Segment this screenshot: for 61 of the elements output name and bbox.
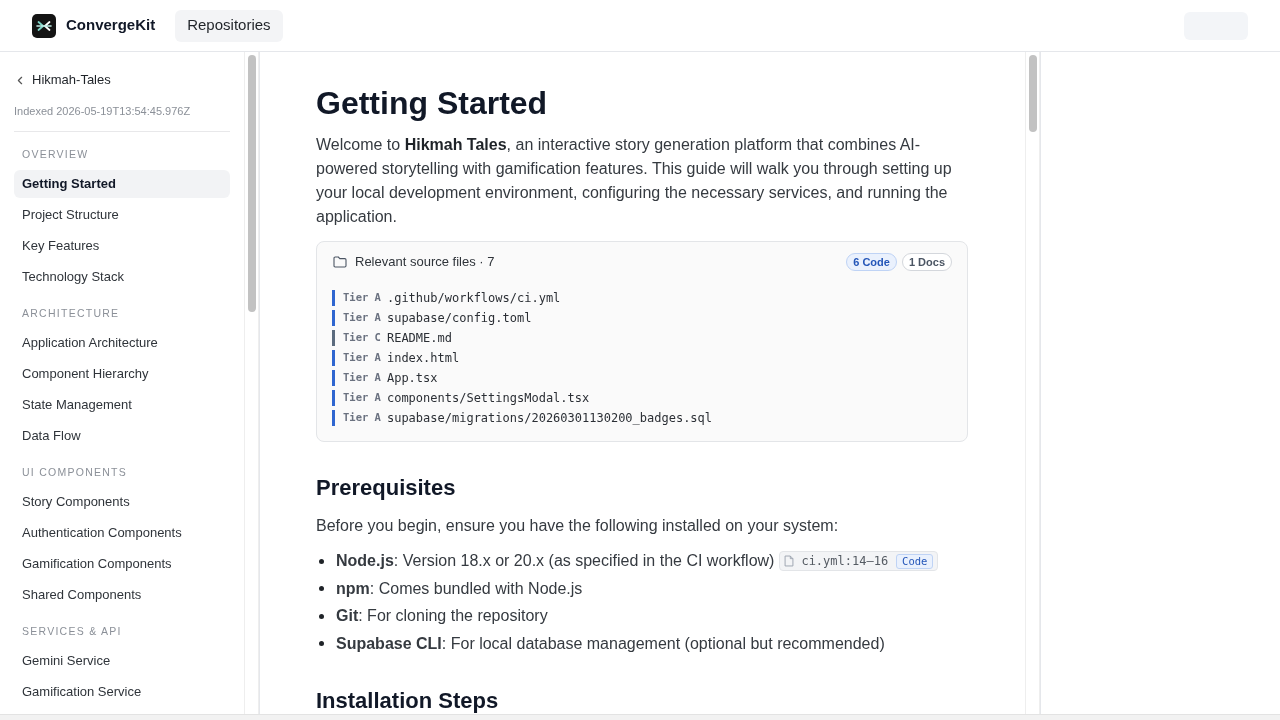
file-path[interactable]: components/SettingsModal.tsx (386, 389, 590, 407)
folder-icon (333, 256, 347, 268)
chevron-left-icon (17, 75, 23, 85)
sidebar-item[interactable]: Project Structure (14, 201, 230, 229)
sidebar-item[interactable]: Gamification Components (14, 550, 230, 578)
bullet-icon (319, 586, 324, 591)
section-heading: SERVICES & API (21, 624, 123, 638)
sidebar-item[interactable]: Story Components (14, 488, 230, 516)
sidebar-item[interactable]: Gemini Service (14, 647, 230, 675)
app-name: ConvergeKit (66, 15, 156, 36)
file-path[interactable]: README.md (386, 329, 452, 347)
count-badge: 6 Code (846, 253, 897, 271)
sidebar-item[interactable]: Getting Started (14, 170, 230, 198)
intro-paragraph: Welcome to Hikmah Tales, an interactive story generation platform that combines AI-powered storytelling with gamification features. This guide will walk you through setting up your local development environment, configuring the necessary services, and running the application. (316, 135, 953, 227)
index-timestamp: Indexed 2026-05-19T13:54:45.976Z (14, 104, 192, 119)
tier-label: Tier A (343, 370, 381, 386)
page-title: Getting Started (316, 84, 549, 123)
file-citation[interactable]: ci.yml:14–16 Code (779, 551, 939, 571)
tier-label: Tier A (343, 310, 381, 326)
sidebar-item[interactable]: Data Flow (14, 422, 230, 450)
file-path[interactable]: index.html (386, 349, 460, 367)
count-badge: 1 Docs (901, 253, 952, 271)
sidebar-item[interactable]: Authentication Components (14, 519, 230, 547)
scrollbar-thumb[interactable] (1028, 55, 1037, 132)
section-heading: Prerequisites (316, 474, 457, 502)
list-item-text: Node.js: Version 18.x or 20.x (as specified in the CI workflow) (336, 551, 775, 571)
file-icon (784, 555, 795, 567)
section-heading: OVERVIEW (21, 147, 90, 161)
panel-title: Relevant source files · 7 (355, 253, 495, 272)
nav-button[interactable]: Repositories (175, 9, 283, 42)
tier-label: Tier A (343, 350, 381, 366)
sidebar-item[interactable]: Application Architecture (14, 329, 230, 357)
sidebar-item[interactable]: Shared Components (14, 581, 230, 609)
type-badge: Code (896, 553, 934, 569)
sidebar-item[interactable]: Component Hierarchy (14, 360, 230, 388)
sidebar-item[interactable]: Gamification Service (14, 678, 230, 706)
bullet-icon (319, 558, 324, 564)
file-path[interactable]: supabase/config.toml (386, 309, 532, 327)
section-heading: ARCHITECTURE (21, 306, 121, 320)
back-link[interactable]: Hikmah-Tales (14, 70, 230, 90)
list-item-text: Git: For cloning the repository (336, 606, 548, 626)
file-path[interactable]: .github/workflows/ci.yml (386, 289, 561, 307)
bullet-icon (319, 613, 324, 619)
scrollbar-thumb[interactable] (247, 55, 256, 312)
section-heading: Installation Steps (316, 686, 500, 714)
sidebar-item[interactable]: Key Features (14, 232, 230, 260)
app-logo-icon (32, 13, 56, 38)
tier-label: Tier A (343, 290, 381, 306)
section-heading: UI COMPONENTS (21, 465, 129, 479)
tier-label: Tier A (343, 410, 381, 426)
sidebar-item[interactable]: State Management (14, 391, 230, 419)
file-path[interactable]: App.tsx (386, 369, 438, 387)
bullet-icon (319, 641, 324, 646)
list-item-text: npm: Comes bundled with Node.js (336, 578, 583, 599)
list-item-text: Supabase CLI: For local database management (optional but recommended) (336, 633, 885, 654)
tier-label: Tier C (343, 330, 381, 346)
tier-label: Tier A (343, 390, 381, 406)
citation-label: ci.yml:14–16 (801, 553, 889, 570)
body-text: Before you begin, ensure you have the following installed on your system: (316, 516, 840, 536)
file-path[interactable]: supabase/migrations/20260301130200_badges.sql (386, 409, 713, 427)
sidebar-item[interactable]: Technology Stack (14, 263, 230, 291)
